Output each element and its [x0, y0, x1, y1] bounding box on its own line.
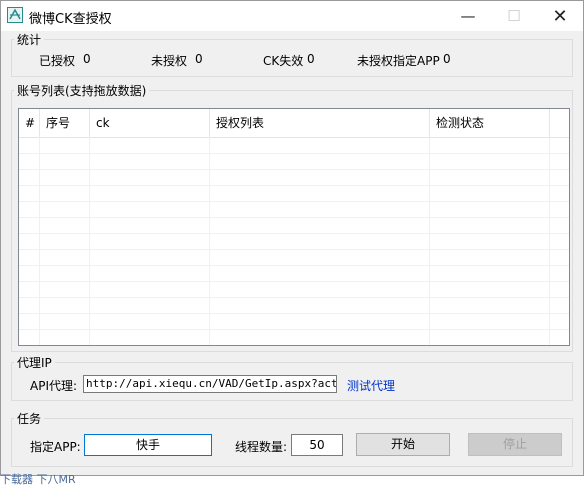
- account-list-legend: 账号列表(支持拖放数据): [17, 84, 147, 98]
- grid-line: [19, 233, 569, 234]
- column-header-index[interactable]: 序号: [40, 109, 90, 137]
- app-icon: [7, 7, 23, 23]
- grid-line: [19, 313, 569, 314]
- grid-line: [19, 201, 569, 202]
- app-label: 指定APP:: [30, 440, 81, 454]
- threads-input[interactable]: 50: [291, 434, 343, 456]
- stat-unauthorized-value: 0: [195, 52, 203, 66]
- stat-ck-invalid-label: CK失效: [263, 54, 304, 68]
- grid-line: [19, 217, 569, 218]
- account-table[interactable]: # 序号 ck 授权列表 检测状态: [18, 108, 570, 346]
- maximize-icon: ☐: [507, 7, 521, 25]
- window-title: 微博CK查授权: [29, 12, 112, 27]
- stat-unauthorized-app-label: 未授权指定APP: [357, 54, 440, 68]
- grid-line: [19, 249, 569, 250]
- grid-line: [19, 169, 569, 170]
- main-window: 微博CK查授权 — ☐ ✕ 统计 已授权 0 未授权 0 CK失效 0 未授权指…: [0, 0, 584, 476]
- table-header: # 序号 ck 授权列表 检测状态: [19, 109, 569, 138]
- close-icon: ✕: [552, 5, 568, 27]
- threads-label: 线程数量:: [235, 440, 288, 454]
- close-button[interactable]: ✕: [537, 1, 583, 31]
- stat-authorized-value: 0: [83, 52, 91, 66]
- app-input[interactable]: 快手: [84, 434, 212, 456]
- grid-line: [19, 153, 569, 154]
- stats-legend: 统计: [17, 33, 42, 47]
- start-button[interactable]: 开始: [356, 433, 450, 456]
- grid-line: [19, 297, 569, 298]
- grid-line: [19, 265, 569, 266]
- background-text: 下载器 下八MR: [0, 473, 76, 486]
- column-header-ck[interactable]: ck: [90, 109, 210, 137]
- minimize-button[interactable]: —: [445, 1, 491, 31]
- grid-line: [19, 329, 569, 330]
- test-proxy-link[interactable]: 测试代理: [347, 377, 395, 394]
- api-proxy-label: API代理:: [30, 379, 78, 393]
- stat-ck-invalid-value: 0: [307, 52, 315, 66]
- stat-unauthorized-app-value: 0: [443, 52, 451, 66]
- stat-unauthorized-label: 未授权: [151, 54, 188, 68]
- column-header-hash[interactable]: #: [19, 109, 40, 137]
- task-legend: 任务: [17, 412, 42, 426]
- column-header-auth-list[interactable]: 授权列表: [210, 109, 430, 137]
- api-proxy-input[interactable]: http://api.xiequ.cn/VAD/GetIp.aspx?act=g…: [83, 375, 337, 393]
- column-header-status[interactable]: 检测状态: [430, 109, 550, 137]
- stop-button[interactable]: 停止: [468, 433, 562, 456]
- minimize-icon: —: [460, 7, 476, 25]
- grid-line: [19, 281, 569, 282]
- proxy-legend: 代理IP: [17, 356, 52, 370]
- maximize-button[interactable]: ☐: [491, 1, 537, 31]
- grid-line: [19, 185, 569, 186]
- stat-authorized-label: 已授权: [39, 54, 76, 68]
- title-bar[interactable]: 微博CK查授权 — ☐ ✕: [1, 1, 583, 31]
